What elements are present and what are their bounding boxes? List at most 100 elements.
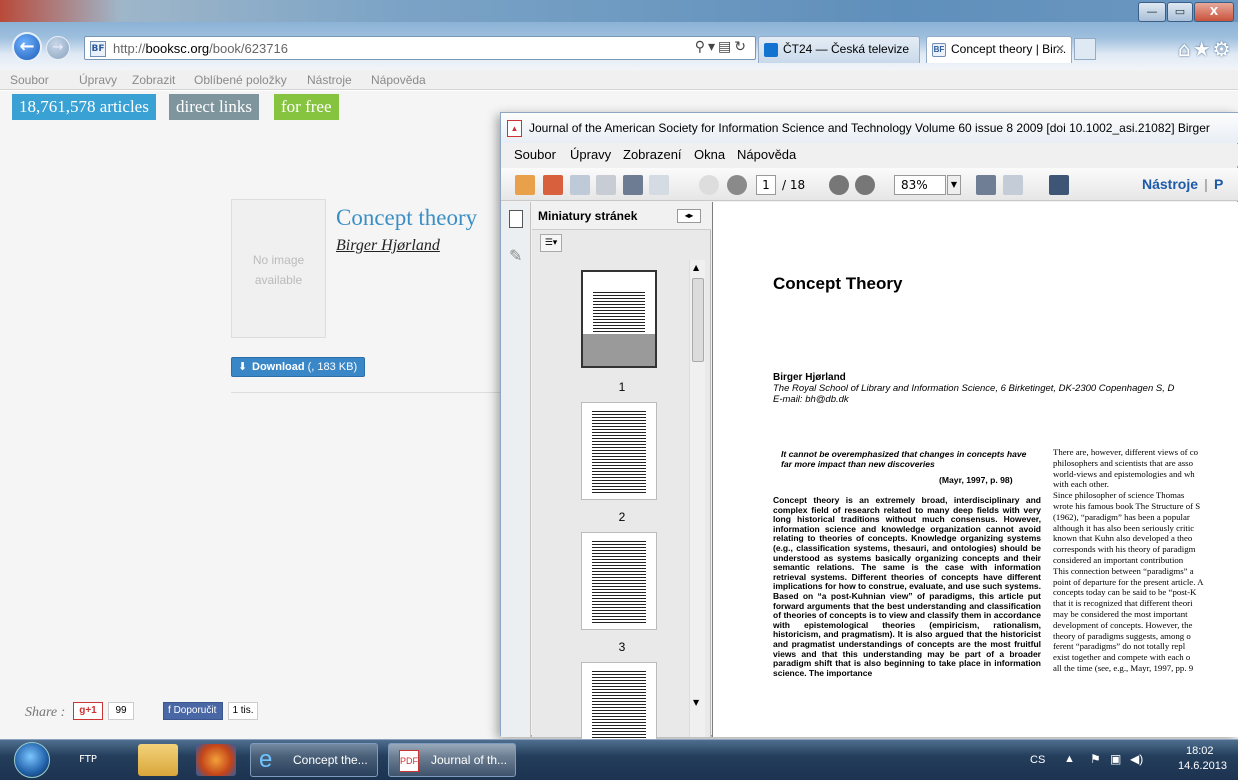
language-indicator[interactable]: CS xyxy=(1030,754,1045,766)
browser-menubar: Soubor Úpravy Zobrazit Oblíbené položky … xyxy=(0,70,1238,90)
epigraph-quote: It cannot be overemphasized that changes… xyxy=(781,449,1027,469)
volume-icon[interactable]: ◀) xyxy=(1130,752,1143,766)
fit-width-icon[interactable] xyxy=(1003,175,1023,195)
back-button[interactable]: ← xyxy=(12,32,42,62)
divider xyxy=(231,392,511,393)
download-label: Download xyxy=(252,361,305,373)
close-tab-icon[interactable]: ✕ xyxy=(1055,37,1065,62)
gplus-count: 99 xyxy=(108,702,134,720)
direct-links-badge: direct links xyxy=(169,94,260,120)
scrollbar-thumb[interactable] xyxy=(692,278,704,362)
network-icon[interactable]: ▣ xyxy=(1110,752,1121,766)
tab-concept-theory[interactable]: BF Concept theory | Bir... ✕ xyxy=(926,36,1072,63)
site-favicon-icon: BF xyxy=(932,43,946,57)
new-tab-button[interactable] xyxy=(1074,38,1096,60)
next-page-icon[interactable] xyxy=(727,175,747,195)
page-number-input[interactable]: 1 xyxy=(756,175,776,195)
address-url[interactable]: http://booksc.org/book/623716 xyxy=(113,41,288,56)
pdf-title-text: Journal of the American Society for Info… xyxy=(529,121,1210,135)
thumbnail-number: 2 xyxy=(618,510,626,524)
thumbnails-scrollbar[interactable]: ▲ ▼ xyxy=(689,260,705,737)
zoom-input[interactable]: 83% xyxy=(894,175,946,195)
thumbnail-page-4[interactable] xyxy=(581,662,657,742)
save-icon[interactable] xyxy=(596,175,616,195)
task-label: Journal of th... xyxy=(431,753,508,767)
attachments-icon[interactable]: ✎ xyxy=(509,246,522,265)
scroll-up-icon[interactable]: ▲ xyxy=(693,263,699,272)
pdf-menu-okna[interactable]: Okna xyxy=(694,147,725,162)
thumbnails-header: Miniatury stránek ◂▸ xyxy=(532,202,711,230)
page-thumbnails-icon[interactable] xyxy=(509,210,523,228)
open-icon[interactable] xyxy=(543,175,563,195)
menu-soubor[interactable]: Soubor xyxy=(10,73,49,87)
show-hidden-icons-icon[interactable]: ▲ xyxy=(1064,753,1075,765)
thumbnail-number: 3 xyxy=(618,640,626,654)
menu-napoveda[interactable]: Nápověda xyxy=(371,73,426,87)
prev-page-icon[interactable] xyxy=(699,175,719,195)
taskbar-ie-concept[interactable]: e Concept the... xyxy=(250,743,378,777)
taskbar-pdf-journal[interactable]: PDF Journal of th... xyxy=(388,743,516,777)
forward-button[interactable]: → xyxy=(46,36,70,60)
ftp-icon[interactable]: FTP xyxy=(68,744,108,776)
edit-icon[interactable] xyxy=(570,175,590,195)
article-column-2: There are, however, different views of c… xyxy=(1053,447,1204,673)
collapse-panel-icon[interactable]: ◂▸ xyxy=(677,209,701,223)
maximize-button[interactable]: ▭ xyxy=(1167,2,1193,22)
menu-nastroje[interactable]: Nástroje xyxy=(307,73,352,87)
pdf-file-icon: ▲ xyxy=(507,120,522,137)
article-affiliation: The Royal School of Library and Informat… xyxy=(773,383,1175,394)
explorer-icon[interactable] xyxy=(138,744,178,776)
clock-date[interactable]: 14.6.2013 xyxy=(1178,760,1227,772)
task-label: Concept the... xyxy=(293,753,368,767)
download-size: (, 183 KB) xyxy=(307,361,358,373)
action-center-flag-icon[interactable]: ⚑ xyxy=(1090,752,1101,766)
address-tools-icon[interactable]: ⚲▾▤↻ xyxy=(695,39,749,55)
thumbnail-page-2[interactable] xyxy=(581,402,657,500)
start-button[interactable] xyxy=(14,742,50,778)
menu-zobrazit[interactable]: Zobrazit xyxy=(132,73,175,87)
print-icon[interactable] xyxy=(623,175,643,195)
pdf-toolbar: 1 / 18 83% ▼ Nástroje | P xyxy=(501,168,1238,201)
menu-oblibene[interactable]: Oblíbené položky xyxy=(194,73,287,87)
close-button[interactable]: X xyxy=(1194,2,1234,22)
favorites-star-icon[interactable]: ★ xyxy=(1193,37,1213,61)
thumbnail-options-icon[interactable]: ☰▾ xyxy=(540,234,562,252)
download-button[interactable]: ⬇ Download (, 183 KB) xyxy=(231,357,366,377)
thumbnail-page-3[interactable] xyxy=(581,532,657,630)
article-author: Birger Hjørland xyxy=(773,372,846,383)
fit-page-icon[interactable] xyxy=(976,175,996,195)
pdf-menu-zobrazeni[interactable]: Zobrazení xyxy=(623,147,682,162)
pdf-menu-upravy[interactable]: Úpravy xyxy=(570,147,611,162)
download-arrow-icon: ⬇ xyxy=(238,361,248,373)
minimize-button[interactable]: — xyxy=(1138,2,1166,22)
zoom-in-icon[interactable] xyxy=(855,175,875,195)
clock-time[interactable]: 18:02 xyxy=(1186,745,1214,757)
menu-upravy[interactable]: Úpravy xyxy=(79,73,117,87)
pdf-document-page[interactable]: Concept Theory Birger Hjørland The Royal… xyxy=(712,202,1238,737)
ftp-label: FTP xyxy=(79,754,97,765)
site-favicon-icon: BF xyxy=(90,41,106,57)
tools-extra: P xyxy=(1213,176,1224,192)
email-icon[interactable] xyxy=(649,175,669,195)
pdf-menu-soubor[interactable]: Soubor xyxy=(514,147,556,162)
scroll-down-icon[interactable]: ▼ xyxy=(693,698,699,707)
pdf-reader-window: ▲ Journal of the American Society for In… xyxy=(500,112,1238,742)
gplus-label: +1 xyxy=(85,705,97,716)
fullscreen-icon[interactable] xyxy=(1049,175,1069,195)
zoom-dropdown-icon[interactable]: ▼ xyxy=(947,175,961,195)
tools-button[interactable]: Nástroje | P xyxy=(1142,176,1223,192)
zoom-out-icon[interactable] xyxy=(829,175,849,195)
google-plus-button[interactable]: g+1 xyxy=(73,702,103,720)
create-pdf-icon[interactable] xyxy=(515,175,535,195)
thumbnail-page-1[interactable] xyxy=(581,270,657,368)
home-icon[interactable]: ⌂ xyxy=(1178,37,1193,61)
firefox-icon[interactable] xyxy=(196,744,236,776)
facebook-like-button[interactable]: f Doporučit xyxy=(163,702,223,720)
book-author-link[interactable]: Birger Hjørland xyxy=(336,237,440,255)
article-email: E-mail: bh@db.dk xyxy=(773,394,849,405)
address-bar[interactable]: BF http://booksc.org/book/623716 ⚲▾▤↻ xyxy=(84,36,756,60)
pdf-menu-napoveda[interactable]: Nápověda xyxy=(737,147,796,162)
settings-gear-icon[interactable]: ⚙ xyxy=(1213,37,1233,61)
tab-ct24[interactable]: ČT24 — Česká televize xyxy=(758,36,920,63)
pdf-nav-sidebar: ✎ xyxy=(501,202,531,737)
